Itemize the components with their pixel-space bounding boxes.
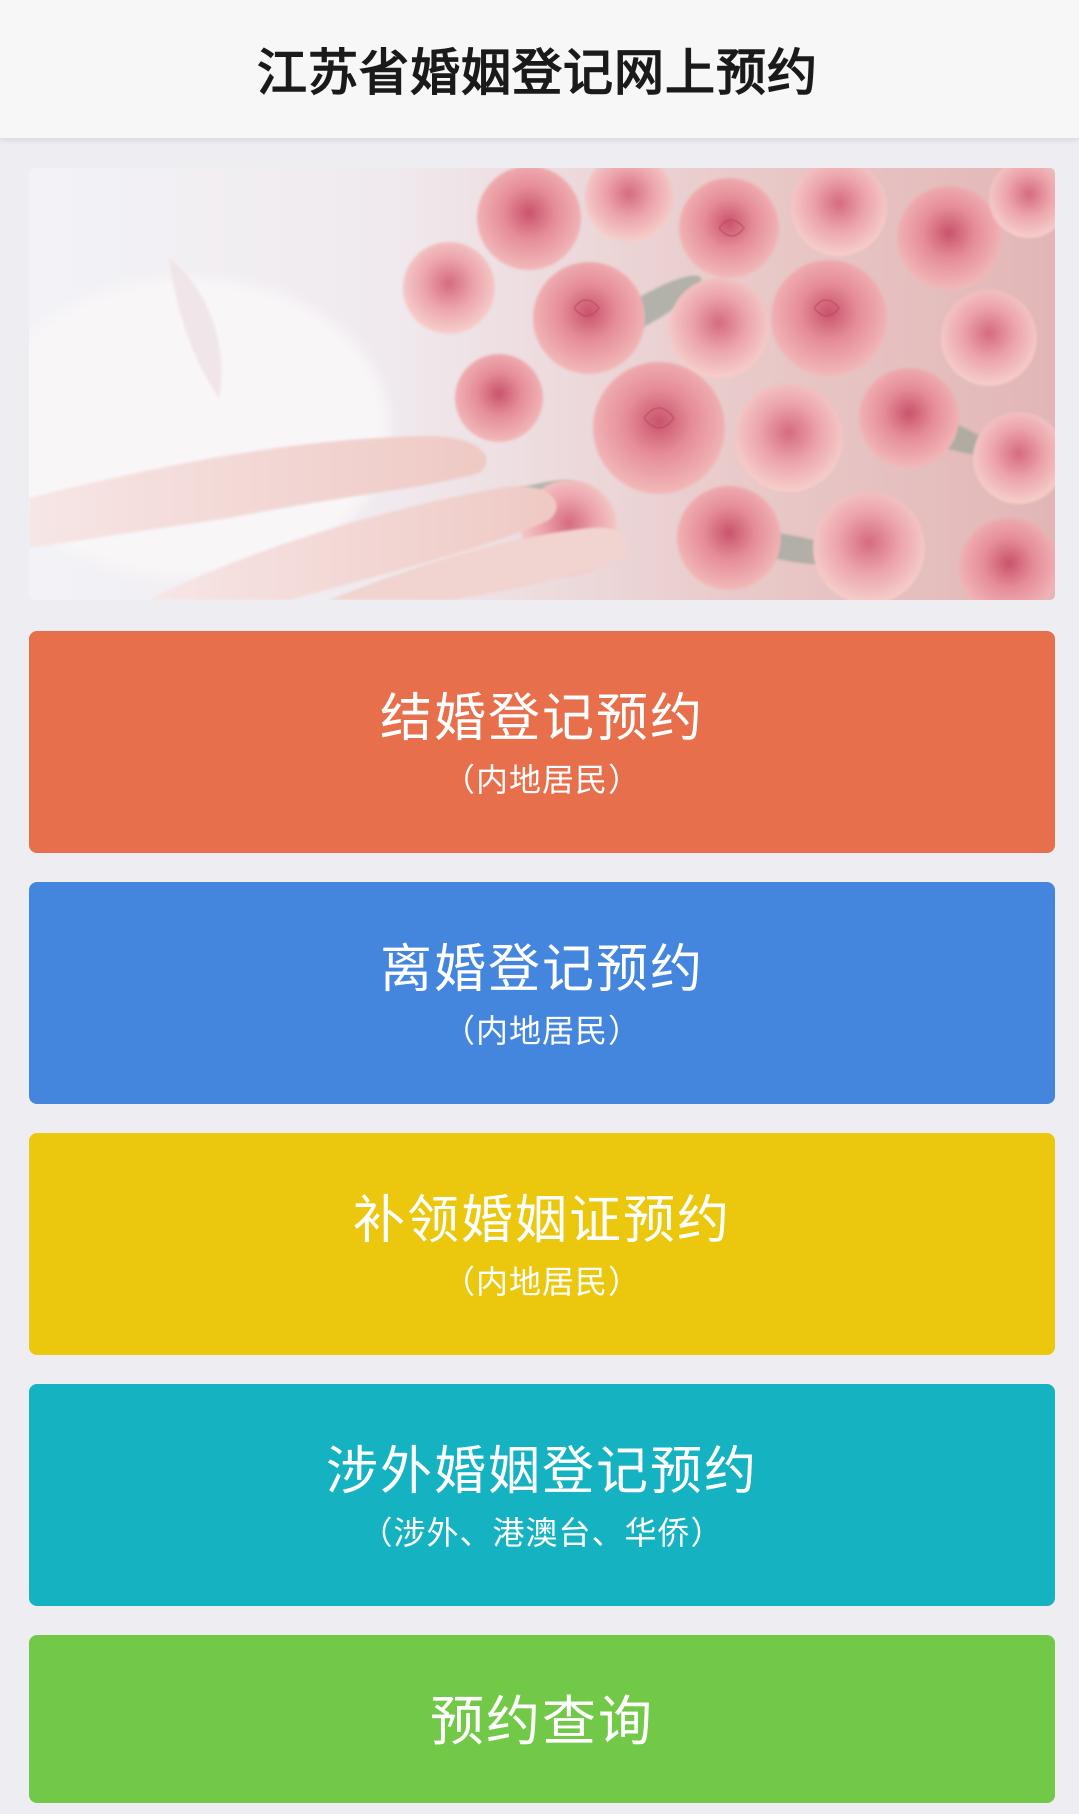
page-title: 江苏省婚姻登记网上预约 bbox=[257, 44, 818, 102]
reissue-certificate-button[interactable]: 补领婚姻证预约 （内地居民） bbox=[29, 1133, 1055, 1355]
foreign-marriage-registration-button[interactable]: 涉外婚姻登记预约 （涉外、港澳台、华侨） bbox=[29, 1384, 1055, 1606]
foreign-marriage-registration-subtitle: （涉外、港澳台、华侨） bbox=[360, 1514, 724, 1552]
app-header: 江苏省婚姻登记网上预约 bbox=[0, 0, 1079, 138]
foreign-marriage-registration-title: 涉外婚姻登记预约 bbox=[325, 1442, 758, 1502]
banner-image bbox=[29, 168, 1055, 600]
marriage-registration-button[interactable]: 结婚登记预约 （内地居民） bbox=[29, 631, 1055, 853]
reissue-certificate-title: 补领婚姻证预约 bbox=[352, 1191, 731, 1251]
divorce-registration-subtitle: （内地居民） bbox=[442, 1012, 641, 1050]
roses-photo bbox=[29, 168, 1055, 600]
appointment-query-button[interactable]: 预约查询 bbox=[29, 1635, 1055, 1803]
marriage-registration-subtitle: （内地居民） bbox=[442, 761, 641, 799]
divorce-registration-title: 离婚登记预约 bbox=[379, 940, 704, 1000]
reissue-certificate-subtitle: （内地居民） bbox=[442, 1263, 641, 1301]
appointment-query-title: 预约查询 bbox=[430, 1690, 654, 1753]
divorce-registration-button[interactable]: 离婚登记预约 （内地居民） bbox=[29, 882, 1055, 1104]
marriage-registration-title: 结婚登记预约 bbox=[379, 689, 704, 749]
